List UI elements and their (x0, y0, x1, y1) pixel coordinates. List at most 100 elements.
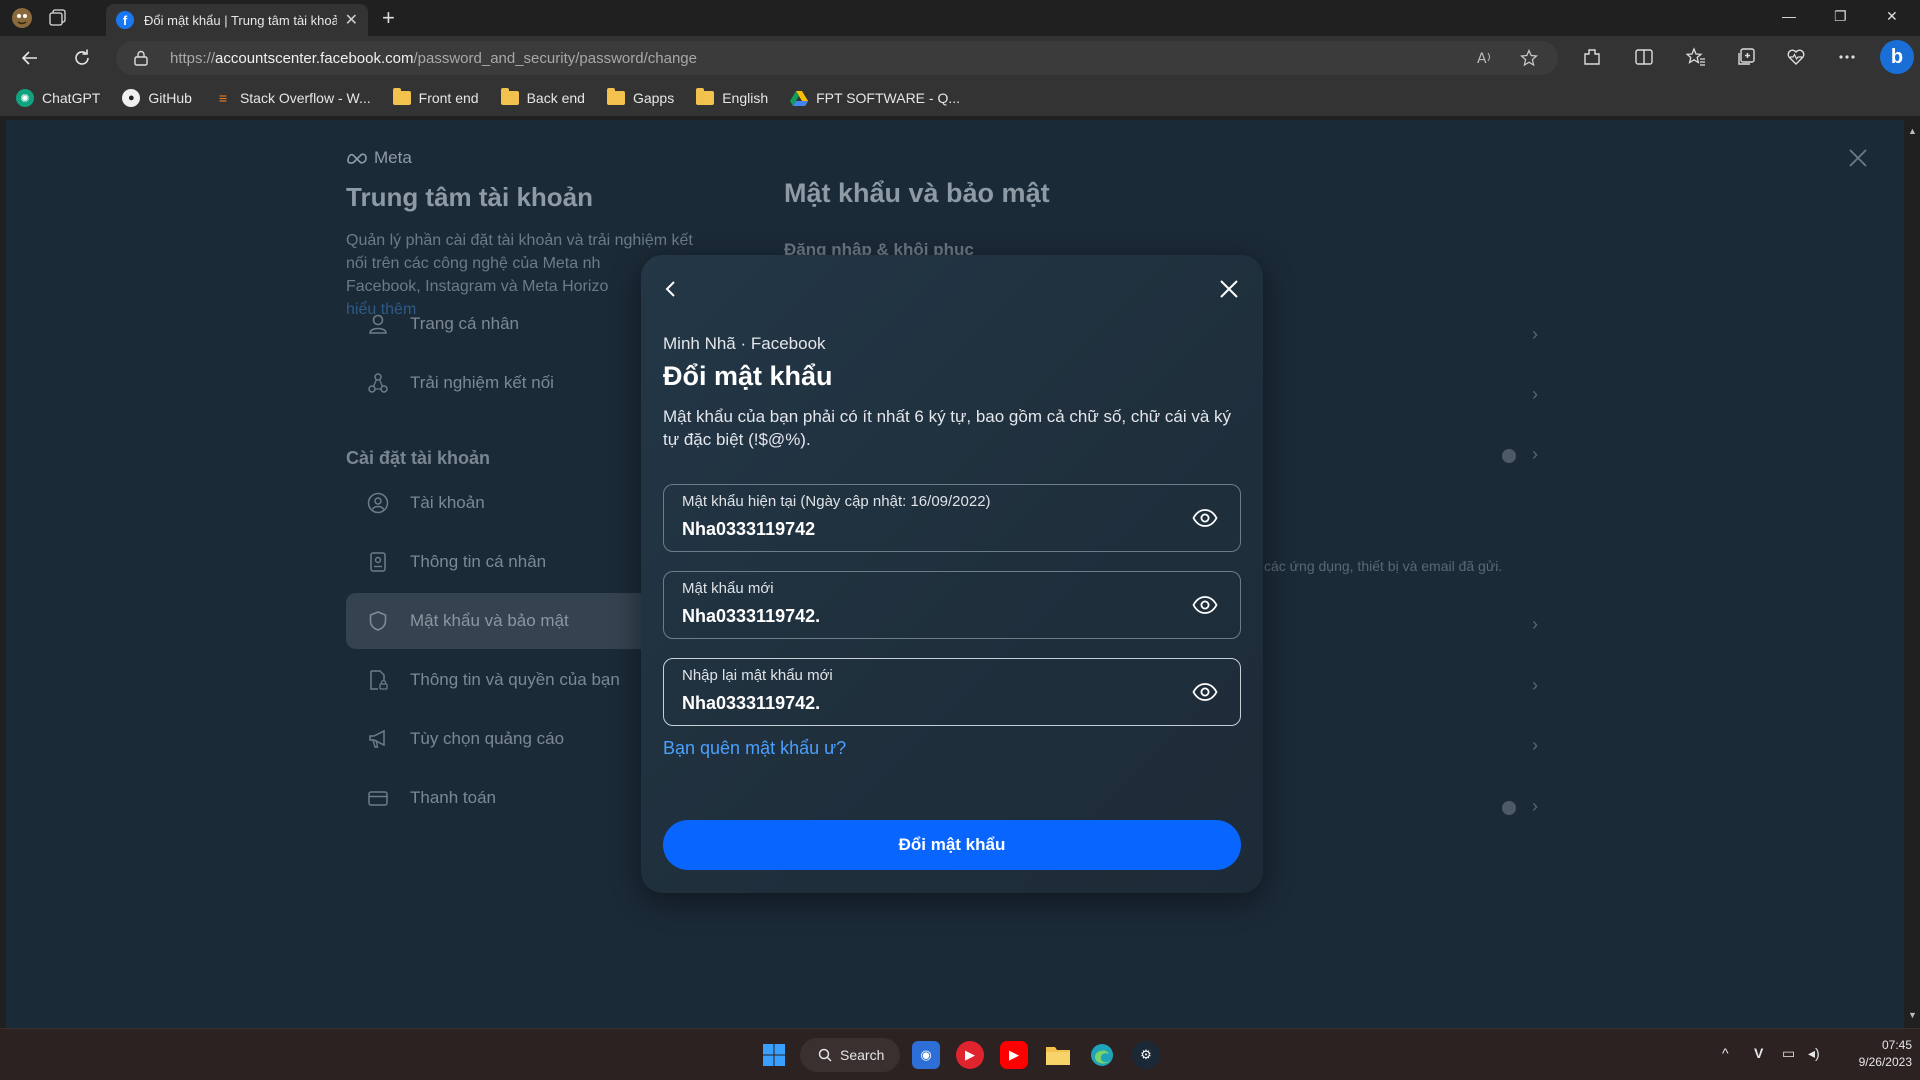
page-scrollbar[interactable]: ▲ ▼ (1904, 120, 1920, 1028)
media-player-icon[interactable]: ▶ (956, 1041, 984, 1069)
tab-active[interactable]: f Đổi mật khẩu | Trung tâm tài khoản ✕ (106, 4, 368, 36)
bookmark-chatgpt[interactable]: ✺ ChatGPT (16, 89, 100, 107)
extensions-icon[interactable] (1582, 47, 1602, 67)
bookmark-label: FPT SOFTWARE - Q... (816, 90, 961, 106)
url-domain: accountscenter.facebook.com (215, 50, 414, 67)
edge-browser-icon[interactable] (1088, 1041, 1116, 1069)
bing-copilot-icon[interactable]: b (1880, 40, 1914, 74)
vpn-tray-icon[interactable]: V (1754, 1045, 1763, 1061)
svg-text:A: A (1477, 51, 1487, 67)
network-icon[interactable]: ▭ (1782, 1045, 1795, 1062)
bookmark-stackoverflow[interactable]: ≡ Stack Overflow - W... (214, 89, 371, 107)
field-value[interactable]: Nha0333119742. (682, 693, 820, 714)
bookmark-label: English (722, 90, 769, 106)
bookmark-folder-gapps[interactable]: Gapps (606, 88, 674, 106)
id-card-icon (366, 550, 390, 574)
new-tab-icon[interactable]: + (382, 5, 395, 31)
field-value[interactable]: Nha0333119742 (682, 519, 815, 540)
google-drive-icon (790, 90, 809, 106)
connected-icon (366, 371, 390, 395)
shield-icon (366, 609, 390, 633)
bookmark-fpt-software[interactable]: FPT SOFTWARE - Q... (790, 90, 960, 106)
folder-icon (500, 88, 519, 105)
system-clock[interactable]: 07:45 9/26/2023 (1840, 1037, 1912, 1071)
search-label: Search (840, 1047, 885, 1063)
bookmark-label: GitHub (148, 90, 192, 106)
tab-close-icon[interactable]: ✕ (345, 10, 358, 30)
collections-icon[interactable] (1736, 47, 1756, 67)
confirm-password-field[interactable]: Nhập lại mật khẩu mới Nha0333119742. (663, 658, 1241, 726)
refresh-icon[interactable] (70, 46, 94, 70)
steam-icon[interactable]: ⚙ (1132, 1041, 1160, 1069)
chevron-right-icon[interactable]: › (1532, 614, 1538, 635)
change-password-button[interactable]: Đổi mật khẩu (663, 820, 1241, 870)
browser-essentials-icon[interactable] (1786, 47, 1806, 67)
chevron-right-icon[interactable]: › (1532, 735, 1538, 756)
address-bar[interactable]: https://accountscenter.facebook.com/pass… (116, 41, 1558, 75)
account-circle-icon (366, 491, 390, 515)
clock-time: 07:45 (1881, 1038, 1912, 1052)
scroll-down-icon[interactable]: ▼ (1908, 1010, 1917, 1020)
bookmark-github[interactable]: ● GitHub (122, 89, 192, 107)
eye-icon[interactable] (1192, 681, 1218, 703)
read-aloud-icon[interactable]: A (1476, 49, 1494, 67)
change-password-dialog: Minh Nhã · Facebook Đổi mật khẩu Mật khẩ… (641, 255, 1263, 893)
minimize-icon[interactable]: — (1782, 8, 1796, 24)
favorites-icon[interactable] (1686, 47, 1706, 67)
facebook-icon (1502, 801, 1516, 815)
bookmarks-bar: ✺ ChatGPT ● GitHub ≡ Stack Overflow - W.… (0, 80, 1920, 116)
account-settings-heading: Cài đặt tài khoản (346, 448, 491, 468)
chevron-right-icon[interactable]: › (1532, 675, 1538, 696)
new-password-field[interactable]: Mật khẩu mới Nha0333119742. (663, 571, 1241, 639)
profile-avatar-icon[interactable] (10, 6, 34, 30)
account-label: Minh Nhã · Facebook (663, 334, 826, 353)
chevron-right-icon[interactable]: › (1532, 324, 1538, 345)
sidebar-item-label: Thông tin cá nhân (410, 552, 547, 571)
browser-tab-bar: f Đổi mật khẩu | Trung tâm tài khoản ✕ +… (0, 0, 1920, 36)
file-explorer-icon[interactable] (1044, 1041, 1072, 1069)
lock-icon[interactable] (134, 50, 148, 66)
search-icon (818, 1048, 832, 1062)
more-options-icon[interactable] (1838, 54, 1856, 60)
split-screen-icon[interactable] (1634, 47, 1654, 67)
windows-start-icon[interactable] (760, 1041, 788, 1069)
stackoverflow-icon: ≡ (218, 90, 228, 106)
folder-icon (696, 88, 715, 105)
accounts-center-title: Trung tâm tài khoản (346, 182, 594, 212)
bookmark-label: Front end (418, 90, 479, 106)
current-password-field[interactable]: Mật khẩu hiện tại (Ngày cập nhật: 16/09/… (663, 484, 1241, 552)
eye-icon[interactable] (1192, 507, 1218, 529)
back-icon[interactable] (18, 46, 42, 70)
teams-meet-icon[interactable]: ◉ (912, 1041, 940, 1069)
favorite-star-icon[interactable] (1520, 49, 1538, 67)
tray-overflow-icon[interactable]: ^ (1722, 1045, 1729, 1061)
forgot-password-link[interactable]: Bạn quên mật khẩu ư? (663, 738, 846, 759)
facebook-icon (1502, 449, 1516, 463)
chevron-right-icon[interactable]: › (1532, 444, 1538, 465)
sidebar-item-label: Trải nghiệm kết nối (410, 373, 554, 392)
bookmark-folder-english[interactable]: English (696, 88, 769, 106)
taskbar-search[interactable]: Search (800, 1038, 900, 1072)
facebook-favicon-icon: f (116, 11, 134, 29)
panel-title: Mật khẩu và bảo mật (784, 178, 1050, 208)
eye-icon[interactable] (1192, 594, 1218, 616)
restore-icon[interactable]: ❐ (1834, 8, 1847, 25)
bookmark-folder-back-end[interactable]: Back end (500, 88, 585, 106)
window-close-icon[interactable]: ✕ (1886, 8, 1898, 25)
clock-date: 9/26/2023 (1858, 1055, 1912, 1069)
credit-card-icon (366, 786, 390, 810)
scroll-up-icon[interactable]: ▲ (1908, 126, 1917, 136)
volume-icon[interactable]: ◂) (1808, 1045, 1820, 1062)
page-close-icon[interactable] (1848, 148, 1868, 168)
sidebar-item-label: Tùy chọn quảng cáo (410, 729, 565, 748)
workspaces-icon[interactable] (46, 6, 70, 30)
close-icon[interactable] (1219, 279, 1239, 299)
chevron-right-icon[interactable]: › (1532, 384, 1538, 405)
field-value[interactable]: Nha0333119742. (682, 606, 820, 627)
youtube-icon[interactable]: ▶ (1000, 1041, 1028, 1069)
bookmark-folder-front-end[interactable]: Front end (392, 88, 479, 106)
chevron-right-icon[interactable]: › (1532, 796, 1538, 817)
back-arrow-icon[interactable] (661, 279, 681, 299)
folder-icon (606, 88, 625, 105)
sidebar-item-label: Thông tin và quyền của bạn (410, 670, 620, 689)
